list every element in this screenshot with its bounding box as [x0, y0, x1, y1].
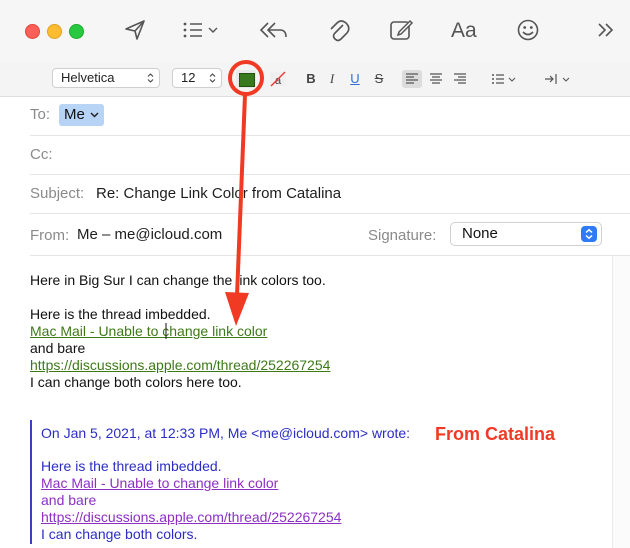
font-panel-icon[interactable]: Aa	[451, 18, 477, 44]
quote-line: I can change both colors.	[41, 526, 198, 542]
no-background-color-icon: a	[270, 71, 286, 87]
indent-button[interactable]	[542, 70, 574, 88]
body-line: Here in Big Sur I can change the link co…	[30, 272, 326, 288]
text-color-swatch	[239, 73, 255, 87]
body-line: Here is the thread imbedded.	[30, 306, 211, 322]
align-left-button[interactable]	[402, 70, 422, 88]
body-link-url[interactable]: https://discussions.apple.com/thread/252…	[30, 357, 330, 374]
annotation-label: From Catalina	[435, 424, 556, 444]
close-window-button[interactable]	[25, 24, 40, 39]
send-icon[interactable]	[124, 18, 146, 44]
underline-button[interactable]: U	[348, 66, 362, 92]
quote-bar	[30, 420, 32, 544]
strikethrough-button[interactable]: S	[372, 66, 386, 92]
align-right-button[interactable]	[450, 70, 470, 88]
subject-label: Subject:	[30, 185, 85, 202]
align-left-icon	[406, 73, 418, 84]
subject-field-row[interactable]: Subject: Re: Change Link Color from Cata…	[30, 174, 630, 214]
subject-input[interactable]: Re: Change Link Color from Catalina	[96, 185, 341, 202]
cc-field-row[interactable]: Cc:	[30, 135, 630, 175]
compose-note-icon[interactable]	[389, 18, 415, 44]
attachment-icon[interactable]	[328, 18, 350, 44]
message-scrollbar[interactable]	[612, 256, 630, 548]
select-stepper-icon	[581, 226, 597, 242]
annotation-arrow-head	[225, 292, 249, 326]
bulleted-list-icon	[492, 74, 516, 84]
signature-select[interactable]: None	[450, 222, 602, 246]
quote-link-url[interactable]: https://discussions.apple.com/thread/252…	[41, 509, 341, 526]
font-size-value: 12	[181, 70, 196, 85]
to-field-row[interactable]: To:	[30, 96, 630, 136]
quote-line: and bare	[41, 492, 97, 508]
select-arrows-icon	[147, 73, 154, 83]
text-color-button[interactable]	[236, 70, 256, 88]
minimize-window-button[interactable]	[47, 24, 62, 39]
align-center-button[interactable]	[426, 70, 446, 88]
signature-value: None	[462, 225, 498, 242]
list-format-icon[interactable]	[182, 18, 220, 44]
body-line: and bare	[30, 340, 86, 356]
reply-all-icon[interactable]	[258, 18, 288, 44]
indent-icon	[545, 74, 570, 84]
emoji-icon[interactable]	[516, 18, 540, 44]
align-center-icon	[430, 73, 442, 84]
font-size-select[interactable]: 12	[172, 68, 222, 88]
more-chevrons-icon[interactable]	[596, 18, 616, 44]
body-line: I can change both colors here too.	[30, 374, 242, 390]
body-link-title[interactable]: Mac Mail - Unable to change link color	[30, 323, 267, 340]
italic-button[interactable]: I	[326, 66, 338, 92]
signature-label: Signature:	[368, 227, 437, 244]
chevron-down-icon	[90, 112, 99, 118]
recipient-name: Me	[64, 106, 85, 123]
font-family-select[interactable]: Helvetica	[52, 68, 160, 88]
from-label: From:	[30, 227, 70, 244]
quote-line: Here is the thread imbedded.	[41, 458, 222, 474]
cc-label: Cc:	[30, 146, 53, 163]
bold-button[interactable]: B	[304, 66, 318, 92]
font-family-value: Helvetica	[61, 70, 115, 85]
align-right-icon	[454, 73, 466, 84]
from-account-select[interactable]: Me – me@icloud.com	[77, 226, 222, 243]
select-arrows-icon	[209, 73, 216, 83]
window-toolbar: Aa	[0, 0, 630, 62]
recipient-token[interactable]: Me	[59, 104, 105, 126]
background-color-button[interactable]: a	[268, 70, 288, 88]
zoom-window-button[interactable]	[69, 24, 84, 39]
quote-link-title[interactable]: Mac Mail - Unable to change link color	[41, 475, 278, 492]
list-style-button[interactable]	[490, 70, 520, 88]
to-label: To:	[30, 106, 51, 123]
quote-attribution: On Jan 5, 2021, at 12:33 PM, Me <me@iclo…	[41, 425, 411, 441]
